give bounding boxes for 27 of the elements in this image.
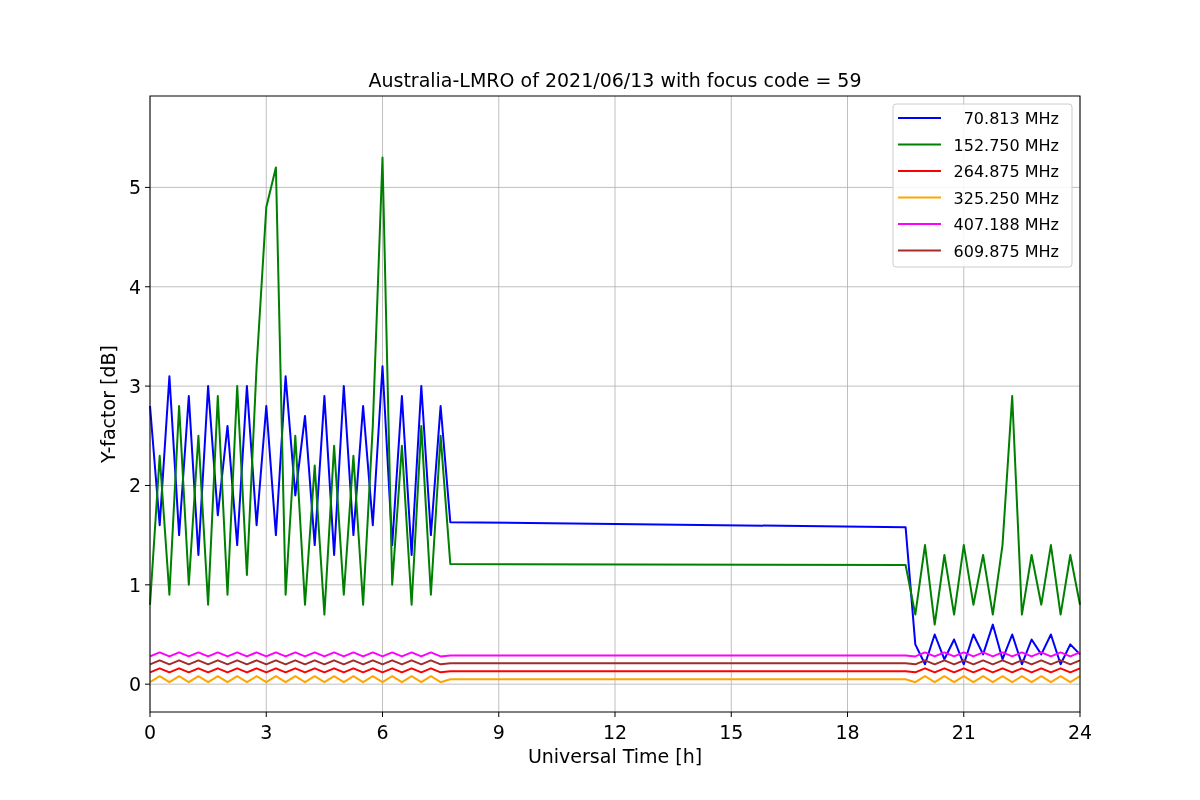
tick-label: 15 — [719, 721, 744, 743]
tick-label: 1 — [128, 573, 141, 596]
axis-label: Y-factor [dB] — [97, 345, 119, 463]
legend-label: 407.188 MHz — [953, 215, 1059, 234]
tick-label: 0 — [128, 673, 141, 696]
legend-swatch — [897, 143, 942, 146]
tick-label: 5 — [128, 176, 141, 199]
tick-label: 21 — [951, 721, 976, 743]
chart-title: Australia-LMRO of 2021/06/13 with focus code = 59 — [368, 69, 862, 91]
legend-label: 264.875 MHz — [953, 162, 1059, 181]
tick-label: 18 — [835, 721, 860, 743]
legend-label: 325.250 MHz — [953, 188, 1059, 208]
legend-swatch — [897, 249, 942, 252]
axis-label: Universal Time [h] — [527, 745, 703, 767]
tick-label: 6 — [376, 721, 389, 743]
tick-label: 2 — [128, 474, 141, 497]
legend-label: 609.875 MHz — [953, 241, 1059, 261]
tick-label: 3 — [128, 375, 141, 398]
tick-label: 4 — [128, 275, 141, 298]
tick-label: 24 — [1067, 721, 1093, 743]
legend-label: 152.750 MHz — [953, 135, 1059, 155]
tick-label: 3 — [260, 721, 273, 743]
tick-label: 0 — [143, 721, 157, 743]
legend-swatch — [897, 196, 942, 199]
tick-label: 9 — [492, 721, 505, 743]
legend-label: 70.813 MHz — [963, 109, 1059, 128]
tick-label: 12 — [602, 721, 628, 743]
